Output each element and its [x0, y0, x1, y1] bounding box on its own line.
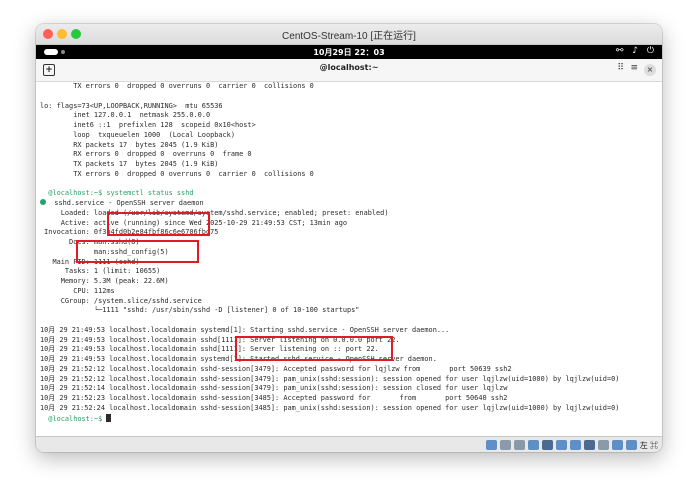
terminal-line: CPU: 112ms: [40, 287, 662, 297]
terminal-line-text: @localhost:~$ systemctl status sshd: [40, 189, 194, 198]
terminal-line: 10月 29 21:49:53 localhost.localdomain sy…: [40, 326, 662, 336]
record-icon[interactable]: [583, 440, 595, 450]
terminal-line: 10月 29 21:52:14 localhost.localdomain ss…: [40, 384, 662, 394]
volume-icon[interactable]: ♪: [632, 46, 638, 56]
terminal-line: loop txqueuelen 1000 (Local Loopback): [40, 131, 662, 141]
cpu-icon[interactable]: [597, 440, 609, 450]
terminal-line-text: CPU: 112ms: [40, 286, 115, 295]
terminal-line: TX errors 0 dropped 0 overruns 0 carrier…: [40, 82, 662, 92]
terminal-line: CGroup: /system.slice/sshd.service: [40, 297, 662, 307]
terminal-headerbar: + @localhost:~ ⠿ ≡ ×: [36, 59, 662, 82]
terminal-line-text: └─1111 "sshd: /usr/sbin/sshd -D [listene…: [40, 306, 360, 315]
terminal-line: 10月 29 21:52:12 localhost.localdomain ss…: [40, 375, 662, 385]
terminal-line-text: CGroup: /system.slice/sshd.service: [40, 296, 202, 305]
terminal-line-text: RX packets 17 bytes 2045 (1.9 KiB): [40, 140, 219, 149]
terminal-line-text: Loaded: loaded (/usr/lib/systemd/system/…: [40, 208, 389, 217]
terminal-line: 10月 29 21:52:12 localhost.localdomain ss…: [40, 365, 662, 375]
terminal-line-text: TX errors 0 dropped 0 overruns 0 carrier…: [40, 82, 314, 90]
display-icon[interactable]: [569, 440, 581, 450]
terminal-line-text: sshd.service - OpenSSH server daemon: [46, 199, 204, 207]
mouse-icon[interactable]: [611, 440, 623, 450]
optical-icon[interactable]: [499, 440, 511, 450]
terminal-line-text: 10月 29 21:49:53 localhost.localdomain sy…: [40, 325, 450, 334]
host-key-label: 左 ⌘: [639, 440, 658, 450]
disk-icon[interactable]: [485, 440, 497, 450]
highlight-listening: [235, 336, 393, 361]
network-icon[interactable]: [541, 440, 553, 450]
terminal-line-text: TX errors 0 dropped 0 overruns 0 carrier…: [40, 169, 314, 178]
highlight-active-status: [76, 240, 199, 263]
terminal-line-text: 10月 29 21:52:12 localhost.localdomain ss…: [40, 374, 620, 383]
window-titlebar: CentOS-Stream-10 [正在运行]: [36, 24, 662, 45]
network-icon[interactable]: ⚯: [616, 46, 624, 56]
cursor-icon: [106, 413, 112, 422]
terminal-line: Tasks: 1 (limit: 10655): [40, 267, 662, 277]
terminal-line-text: 10月 29 21:52:24 localhost.localdomain ss…: [40, 403, 620, 412]
terminal-line: TX packets 17 bytes 2045 (1.9 KiB): [40, 160, 662, 170]
menu-icon[interactable]: ≡: [630, 63, 638, 73]
terminal-line: └─1111 "sshd: /usr/sbin/sshd -D [listene…: [40, 306, 662, 316]
vm-window: CentOS-Stream-10 [正在运行] 10月29日 22：03 ⚯ ♪…: [36, 24, 662, 452]
vm-status-bar: 左 ⌘: [36, 436, 662, 452]
terminal-line-text: Tasks: 1 (limit: 10655): [40, 267, 161, 276]
terminal-line-text: Memory: 5.3M (peak: 22.6M): [40, 277, 169, 285]
usb-icon[interactable]: [513, 440, 525, 450]
terminal-line-text: inet 127.0.0.1 netmask 255.0.0.0: [40, 111, 211, 120]
audio-icon[interactable]: [527, 440, 539, 450]
terminal-line-text: @localhost:~$: [40, 414, 107, 423]
terminal-line: inet6 ::1 prefixlen 128 scopeid 0x10<hos…: [40, 121, 662, 131]
terminal-line: @localhost:~$: [40, 413, 662, 424]
terminal-line: sshd.service - OpenSSH server daemon: [40, 199, 662, 209]
terminal-line-text: inet6 ::1 prefixlen 128 scopeid 0x10<hos…: [40, 121, 256, 129]
clock[interactable]: 10月29日 22：03: [36, 47, 662, 58]
terminal-line: RX errors 0 dropped 0 overruns 0 frame 0: [40, 150, 662, 160]
grid-icon[interactable]: ⠿: [617, 63, 624, 73]
terminal-line-text: 10月 29 21:52:14 localhost.localdomain ss…: [40, 384, 508, 393]
terminal-line: 10月 29 21:52:23 localhost.localdomain ss…: [40, 394, 662, 404]
highlight-command: [107, 212, 210, 236]
gnome-top-bar: 10月29日 22：03 ⚯ ♪ ⏻: [36, 45, 662, 59]
terminal-line-text: RX errors 0 dropped 0 overruns 0 frame 0: [40, 150, 252, 159]
status-icons: 左 ⌘: [485, 439, 658, 451]
terminal-line: TX errors 0 dropped 0 overruns 0 carrier…: [40, 170, 662, 180]
terminal-line-text: TX packets 17 bytes 2045 (1.9 KiB): [40, 160, 219, 168]
terminal-line-text: 10月 29 21:52:23 localhost.localdomain ss…: [40, 394, 508, 402]
terminal-line-text: 10月 29 21:52:12 localhost.localdomain ss…: [40, 364, 512, 373]
window-title: CentOS-Stream-10 [正在运行]: [282, 31, 416, 42]
close-icon[interactable]: ×: [644, 64, 656, 76]
terminal-line: lo: flags=73<UP,LOOPBACK,RUNNING> mtu 65…: [40, 102, 662, 112]
terminal-line-text: loop txqueuelen 1000 (Local Loopback): [40, 130, 235, 139]
terminal-line: 10月 29 21:52:24 localhost.localdomain ss…: [40, 404, 662, 414]
terminal-line: RX packets 17 bytes 2045 (1.9 KiB): [40, 141, 662, 151]
shared-folder-icon[interactable]: [555, 440, 567, 450]
terminal-line: inet 127.0.0.1 netmask 255.0.0.0: [40, 111, 662, 121]
terminal-line: @localhost:~$ systemctl status sshd: [40, 189, 662, 199]
power-icon[interactable]: ⏻: [647, 46, 654, 56]
download-icon[interactable]: [625, 440, 637, 450]
system-tray[interactable]: ⚯ ♪ ⏻: [610, 46, 654, 56]
terminal-title: @localhost:~: [319, 63, 379, 72]
terminal-line-text: lo: flags=73<UP,LOOPBACK,RUNNING> mtu 65…: [40, 101, 223, 110]
terminal-line: Memory: 5.3M (peak: 22.6M): [40, 277, 662, 287]
